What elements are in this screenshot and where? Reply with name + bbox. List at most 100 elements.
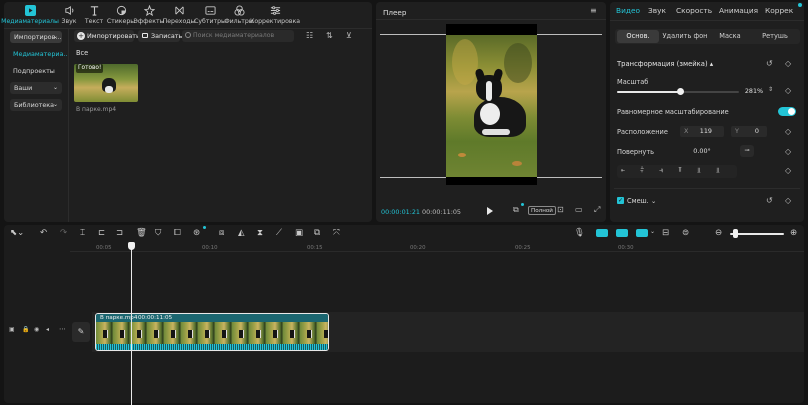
align-center-h-icon[interactable]: ⫩ (640, 167, 644, 174)
reset-icon[interactable]: ↺ (766, 197, 773, 205)
playhead-handle[interactable] (128, 242, 135, 250)
toolbar-filters[interactable]: Фильтры (224, 2, 254, 28)
rotate-tool-icon[interactable]: ⧗ (257, 229, 263, 238)
keyframe-icon[interactable]: ◇ (785, 60, 791, 68)
subtab-retouch[interactable]: Ретушь (754, 30, 796, 43)
scale-value[interactable]: 281% (742, 86, 766, 97)
filter-icon[interactable]: ⊻ (346, 32, 352, 40)
import-dropdown[interactable]: Импортиров... ⌄ (10, 31, 62, 43)
subtab-remove-bg[interactable]: Удалить фон (662, 30, 708, 43)
sort-icon[interactable]: ⇅ (326, 32, 333, 40)
zoom-slider-thumb[interactable] (733, 229, 738, 238)
toolbar-media[interactable]: Медиаматериалы (1, 2, 59, 28)
toolbar-adjust[interactable]: Корректировка (250, 2, 300, 28)
toolbar-effects[interactable]: Эффекты (134, 2, 164, 28)
toolbar-subtitles[interactable]: Субтитры (194, 2, 226, 28)
toolbar-transitions[interactable]: Переходы (163, 2, 195, 28)
align-right-icon[interactable]: ⫣ (659, 167, 663, 174)
rotate-field[interactable]: 0.00° (680, 146, 724, 157)
keyframe-icon[interactable]: ◇ (785, 148, 791, 156)
mute-icon[interactable]: ◂ (46, 327, 49, 333)
keyframe-icon[interactable]: ◇ (785, 87, 791, 95)
tab-video[interactable]: Видео (616, 6, 640, 15)
link-audio-track[interactable] (616, 229, 628, 237)
align-track-icon[interactable]: ⊟ (662, 229, 669, 238)
undo-icon[interactable]: ↶ (40, 229, 47, 238)
ruler-mark: 00:05 (96, 245, 112, 251)
keyframe-icon[interactable]: ◇ (785, 167, 791, 175)
toolbar-audio[interactable]: Звук (60, 2, 78, 28)
microphone-icon[interactable]: 🎙 (574, 229, 585, 238)
smart-tool-icon[interactable]: ⊛ (193, 229, 200, 238)
uniform-scale-toggle[interactable] (778, 107, 796, 116)
rotate-dial[interactable]: ⊸ (740, 145, 754, 157)
tab-correction[interactable]: Коррек (765, 6, 793, 15)
marker-icon[interactable]: ⛉ (155, 229, 161, 238)
zoom-out-icon[interactable]: ⊖ (715, 229, 722, 238)
resize-icon[interactable]: ⤧ (333, 229, 340, 238)
crop-tool-icon[interactable]: ⧠ (174, 229, 181, 238)
sidebar-item-yours[interactable]: Ваши ⌄ (10, 82, 62, 94)
play-button[interactable] (487, 207, 493, 215)
freeze-icon[interactable]: ⧈ (219, 229, 224, 238)
tab-speed[interactable]: Скорость (676, 6, 712, 15)
playhead-line[interactable] (131, 244, 132, 405)
tab-animation[interactable]: Анимация (719, 6, 758, 15)
scale-slider-thumb[interactable] (677, 88, 684, 95)
cover-icon[interactable]: ▣ (9, 327, 15, 333)
dog-chest-white (480, 103, 500, 125)
align-top-icon[interactable]: ⫪ (678, 167, 682, 174)
redo-icon[interactable]: ↷ (60, 229, 67, 238)
split-right-icon[interactable]: ⊐ (116, 229, 123, 238)
toolbar-text[interactable]: Текст (84, 2, 104, 28)
menu-icon[interactable]: ≡ (590, 7, 597, 15)
edit-cover-button[interactable]: ✎ (72, 322, 90, 342)
keyframe-icon[interactable]: ◇ (785, 128, 791, 136)
sidebar-item-library[interactable]: Библиотека ⌄ (10, 99, 62, 111)
eye-icon[interactable]: ◉ (34, 327, 39, 333)
magic-icon[interactable]: ⟋ (276, 229, 282, 238)
chevron-down-icon[interactable]: ⌄ (650, 229, 655, 235)
frame-icon[interactable]: ▣ (295, 229, 303, 238)
media-thumbnail[interactable]: Готово! (74, 64, 138, 102)
reset-icon[interactable]: ↺ (766, 60, 773, 68)
stepper-icon[interactable]: ⇕ (768, 87, 773, 93)
pos-y-field[interactable]: Y0 (731, 126, 767, 137)
subtab-mask[interactable]: Маска (710, 30, 750, 43)
screenshot-icon[interactable]: ⊡ (557, 206, 564, 214)
tab-audio[interactable]: Звук (648, 6, 666, 15)
split-left-icon[interactable]: ⊏ (98, 229, 105, 238)
align-bottom-icon[interactable]: ⫫ (716, 167, 720, 174)
record-button[interactable]: Записать (138, 30, 182, 42)
import-button[interactable]: + Импортировать (74, 30, 140, 42)
full-button[interactable]: Полной (528, 206, 556, 215)
delete-icon[interactable]: 🗑 (136, 229, 147, 238)
split-icon[interactable]: ⌶ (80, 229, 85, 238)
preview-axis[interactable] (636, 229, 648, 237)
blend-checkbox[interactable]: ✓ (617, 197, 624, 204)
fullscreen-icon[interactable]: ⤢ (594, 206, 600, 214)
keyframe-icon[interactable]: ◇ (785, 197, 791, 205)
align-center-v-icon[interactable]: ⫫ (697, 167, 701, 174)
sidebar-item-media[interactable]: Медиаматериа... (13, 50, 70, 58)
pos-x-field[interactable]: X 119 (680, 126, 724, 137)
lock-icon[interactable]: 🔒 (22, 327, 29, 333)
zoom-slider-track[interactable] (730, 233, 784, 235)
toolbar-stickers[interactable]: Стикеры (107, 2, 135, 28)
align-left-icon[interactable]: ⫦ (621, 167, 625, 174)
crop-icon[interactable]: ⧉ (513, 206, 519, 214)
reverse-icon[interactable]: ◭ (238, 229, 245, 238)
link-main-track[interactable] (596, 229, 608, 237)
snap-icon[interactable]: ⊜ (682, 229, 689, 238)
sidebar-item-projects[interactable]: Подпроекты (13, 67, 55, 75)
export-frame-icon[interactable]: ⧉ (314, 229, 320, 238)
zoom-in-icon[interactable]: ⊕ (790, 229, 797, 238)
chevron-down-icon[interactable]: ⌄ (651, 197, 657, 205)
chevron-up-icon[interactable]: ▴ (710, 60, 713, 68)
ratio-icon[interactable]: ▭ (575, 206, 583, 214)
subtab-basic[interactable]: Основ. (617, 30, 659, 43)
more-icon[interactable]: ⋯ (59, 326, 66, 333)
view-toggle-icon[interactable]: ☷ (306, 32, 313, 40)
search-input[interactable]: Поиск медиаматериалов (182, 30, 294, 42)
select-tool-icon[interactable]: ⬉⌄ (10, 229, 24, 238)
